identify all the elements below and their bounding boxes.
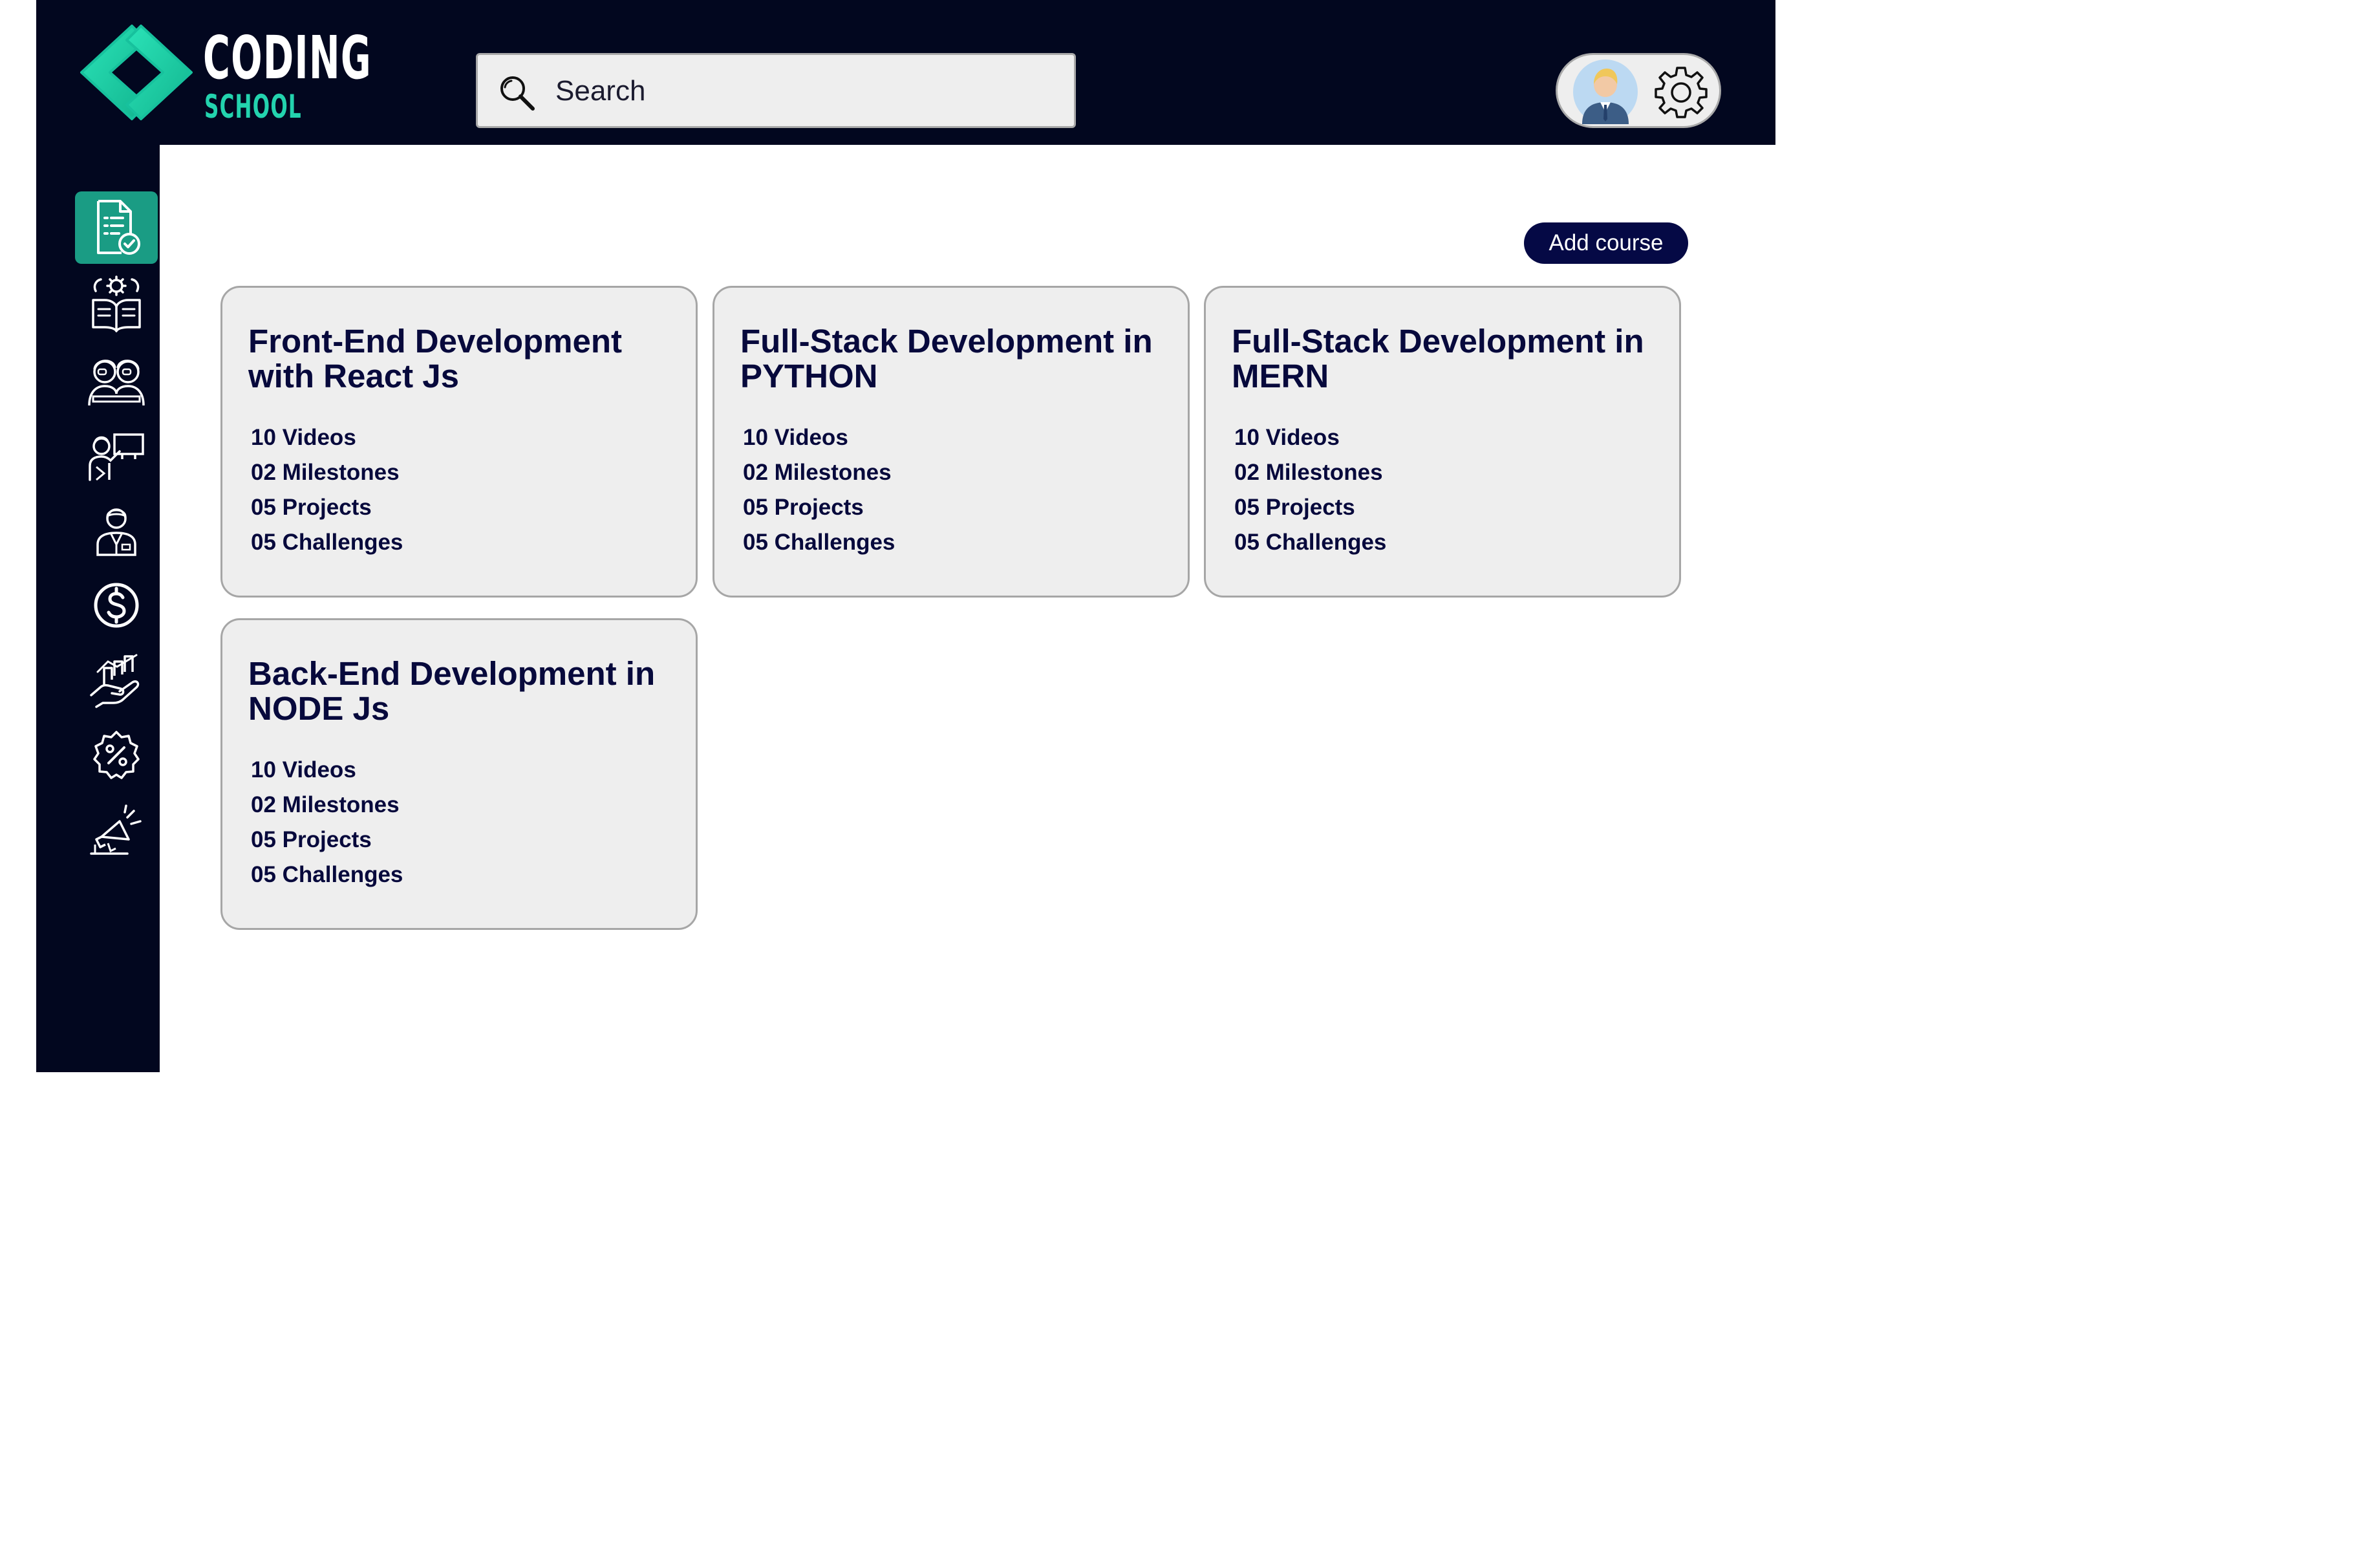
course-videos: 10 Videos	[1234, 425, 1340, 450]
search-box[interactable]	[476, 53, 1076, 128]
dollar-icon	[94, 583, 139, 628]
course-challenges: 05 Challenges	[251, 862, 403, 887]
top-bar: CODING SCHOOL	[36, 0, 1775, 145]
main-content: Add course Front-End Development with Re…	[160, 145, 1775, 1072]
search-icon	[500, 76, 535, 111]
brand-name-line2: SCHOOL	[204, 88, 302, 125]
course-milestones: 02 Milestones	[251, 792, 400, 817]
course-milestones: 02 Milestones	[251, 460, 400, 485]
course-title: Front-End Development with React Js	[248, 323, 623, 394]
course-card[interactable]: Full-Stack Development in MERN 10 Videos…	[1204, 286, 1681, 598]
instructor-icon	[96, 508, 136, 556]
course-challenges: 05 Challenges	[1234, 530, 1387, 555]
discount-badge-icon	[93, 731, 140, 779]
growth-hand-icon	[90, 654, 140, 708]
course-projects: 05 Projects	[1234, 495, 1355, 520]
course-projects: 05 Projects	[251, 827, 372, 852]
course-card[interactable]: Full-Stack Development in PYTHON 10 Vide…	[713, 286, 1190, 598]
course-title: Full-Stack Development in PYTHON	[740, 323, 1153, 394]
course-challenges: 05 Challenges	[743, 530, 895, 555]
profile-controls	[1556, 53, 1721, 128]
document-check-icon	[97, 200, 140, 255]
sidebar-item-discounts[interactable]	[75, 719, 158, 792]
user-avatar[interactable]	[1573, 59, 1638, 124]
course-videos: 10 Videos	[251, 757, 356, 782]
sidebar-item-teaching[interactable]	[75, 420, 158, 493]
course-milestones: 02 Milestones	[1234, 460, 1383, 485]
logo-mark-icon	[80, 25, 193, 120]
course-videos: 10 Videos	[251, 425, 356, 450]
megaphone-icon	[90, 804, 142, 855]
app-window: CODING SCHOOL Search Add course Front-En…	[0, 0, 2380, 1563]
book-gear-icon	[92, 275, 141, 332]
presentation-icon	[89, 433, 144, 481]
sidebar-item-instructors[interactable]	[75, 494, 158, 566]
course-projects: 05 Projects	[743, 495, 864, 520]
sidebar-item-marketing[interactable]	[75, 794, 158, 867]
brand-logo[interactable]: CODING SCHOOL	[70, 21, 371, 125]
students-icon	[88, 360, 145, 406]
sidebar-item-curriculum[interactable]	[75, 268, 158, 340]
add-course-button[interactable]: Add course	[1524, 222, 1688, 264]
course-videos: 10 Videos	[743, 425, 848, 450]
course-title: Back-End Development in NODE Js	[248, 655, 656, 727]
sidebar-item-payments[interactable]	[75, 569, 158, 641]
sidebar-item-courses[interactable]	[75, 191, 158, 264]
sidebar-item-students[interactable]	[75, 344, 158, 416]
course-title: Full-Stack Development in MERN	[1232, 323, 1644, 394]
gear-icon[interactable]	[1655, 65, 1708, 118]
brand-name-line1: CODING	[203, 23, 372, 92]
course-projects: 05 Projects	[251, 495, 372, 520]
sidebar-item-growth[interactable]	[75, 644, 158, 717]
sidebar	[36, 145, 160, 1072]
course-card[interactable]: Front-End Development with React Js 10 V…	[220, 286, 698, 598]
search-input[interactable]	[555, 67, 1060, 116]
course-challenges: 05 Challenges	[251, 530, 403, 555]
course-milestones: 02 Milestones	[743, 460, 892, 485]
course-card[interactable]: Back-End Development in NODE Js 10 Video…	[220, 618, 698, 930]
